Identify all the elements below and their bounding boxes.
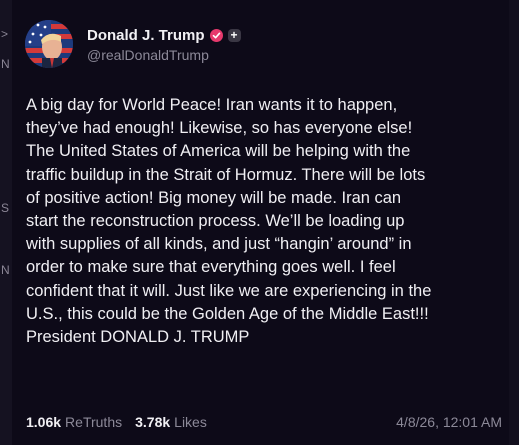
post-card[interactable]: Donald J. Trump + @realDonaldTrump A big… <box>12 0 519 445</box>
post-page: > N S N Donald J. Trump + @realDonaldTru… <box>0 0 519 445</box>
plus-badge-icon: + <box>227 28 241 42</box>
likes-label[interactable]: Likes <box>174 413 207 431</box>
likes-count[interactable]: 3.78k <box>135 413 170 431</box>
author-names: Donald J. Trump + @realDonaldTrump <box>87 25 241 64</box>
avatar[interactable] <box>25 20 73 68</box>
post-header: Donald J. Trump + @realDonaldTrump <box>25 20 241 68</box>
display-name[interactable]: Donald J. Trump <box>87 26 205 45</box>
left-edge-fragment: N <box>1 57 10 71</box>
post-timestamp[interactable]: 4/8/26, 12:01 AM <box>396 413 502 431</box>
display-name-row: Donald J. Trump + <box>87 25 241 46</box>
left-edge-fragment: N <box>1 263 10 277</box>
right-scroll-edge <box>509 0 519 445</box>
left-edge-fragment: S <box>1 201 10 215</box>
left-edge-fragment: > <box>1 27 9 41</box>
author-handle[interactable]: @realDonaldTrump <box>87 46 241 64</box>
checkmark-icon <box>212 31 220 38</box>
retruths-count[interactable]: 1.06k <box>26 413 61 431</box>
retruths-label[interactable]: ReTruths <box>65 413 122 431</box>
avatar-image <box>25 20 73 68</box>
post-stats: 1.06k ReTruths 3.78k Likes <box>26 413 220 431</box>
verified-check-icon <box>209 28 223 42</box>
post-body: A big day for World Peace! Iran wants it… <box>26 96 432 347</box>
